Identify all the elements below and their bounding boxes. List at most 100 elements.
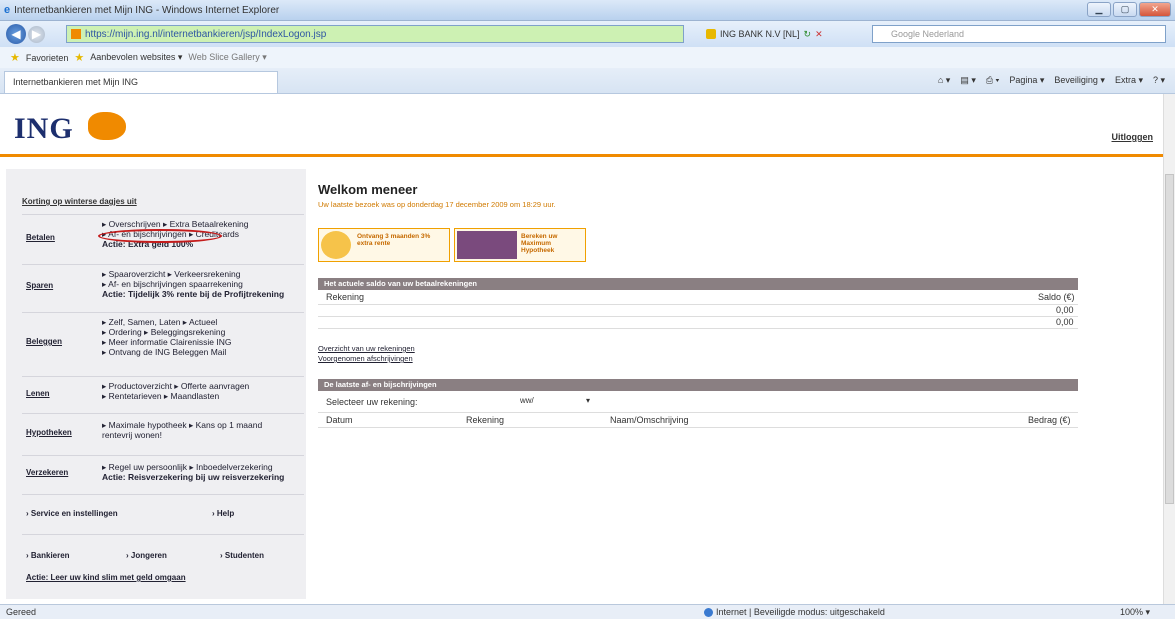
service-link[interactable]: › Service en instellingen [26, 509, 118, 518]
scrollbar-thumb[interactable] [1165, 174, 1174, 504]
security-menu[interactable]: Beveiliging ▾ [1054, 75, 1105, 86]
search-input[interactable]: Google Nederland [872, 25, 1166, 43]
col-saldo: Saldo (€) [1038, 292, 1075, 302]
tab-title: Internetbankieren met Mijn ING [13, 77, 139, 87]
sidebar-link[interactable]: ▸ Meer informatie Clairenissie ING [102, 337, 302, 347]
favorites-button[interactable]: Favorieten [26, 53, 69, 63]
sidebar-link[interactable]: ▸ Af- en bijschrijvingen spaarrekening [102, 279, 302, 289]
tx-row-line [318, 427, 1078, 428]
back-button[interactable]: ◀ [6, 24, 26, 44]
sidebar-link[interactable]: ▸ Regel uw persoonlijk ▸ Inboedelverzeke… [102, 462, 302, 472]
select-account-label: Selecteer uw rekening: [326, 397, 418, 407]
pending-debits-link[interactable]: Voorgenomen afschrijvingen [318, 354, 413, 363]
ing-logo[interactable]: ING [14, 112, 74, 146]
sidebar-label-betalen[interactable]: Betalen [26, 233, 55, 242]
accounts-overview-link[interactable]: Overzicht van uw rekeningen [318, 344, 415, 353]
status-bar: Gereed Internet | Beveiligde modus: uitg… [0, 604, 1175, 619]
col-rekening: Rekening [326, 292, 365, 302]
banner-savings[interactable]: Ontvang 3 maanden 3% extra rente [318, 228, 450, 262]
feeds-icon[interactable]: ▤ ▾ [960, 75, 976, 86]
page-menu[interactable]: Pagina ▾ [1009, 75, 1044, 86]
red-annotation-circle [98, 229, 222, 243]
col-datum: Datum [326, 415, 353, 425]
minimize-button[interactable]: ▁ [1087, 2, 1111, 17]
last-visit-text: Uw laatste bezoek was op donderdag 17 de… [318, 200, 556, 209]
sidebar-link[interactable]: ▸ Productoverzicht ▸ Offerte aanvragen [102, 381, 302, 391]
sidebar-label-sparen[interactable]: Sparen [26, 281, 53, 290]
maximize-button[interactable]: ▢ [1113, 2, 1137, 17]
command-bar: ⌂ ▾ ▤ ▾ ⎙ ▾ Pagina ▾ Beveiliging ▾ Extra… [938, 75, 1165, 86]
web-slice-gallery[interactable]: Web Slice Gallery ▾ [188, 52, 266, 63]
security-zone[interactable]: Internet | Beveiligde modus: uitgeschake… [704, 607, 885, 618]
help-link[interactable]: › Help [212, 509, 234, 518]
footer-link-studenten[interactable]: › Studenten [220, 551, 264, 560]
footer-link-bankieren[interactable]: › Bankieren [26, 551, 70, 560]
tab-active[interactable]: Internetbankieren met Mijn ING [4, 71, 278, 93]
sidebar-link[interactable]: ▸ Zelf, Samen, Laten ▸ Actueel [102, 317, 302, 327]
sidebar-action[interactable]: Actie: Tijdelijk 3% rente bij de Profijt… [102, 289, 302, 299]
sidebar-link[interactable]: ▸ Maximale hypotheek ▸ Kans op 1 maand [102, 420, 302, 430]
header-divider [0, 154, 1163, 157]
window-title-bar: e Internetbankieren met Mijn ING - Windo… [0, 0, 1175, 21]
sidebar-action[interactable]: Actie: Reisverzekering bij uw reisverzek… [102, 472, 302, 482]
account-select-value: ww/ [520, 396, 534, 405]
sidebar-footer: › Bankieren › Jongeren › Studenten Actie… [22, 534, 304, 590]
address-toolbar: ◀ ▶ https://mijn.ing.nl/internetbankiere… [0, 21, 1175, 47]
welcome-heading: Welkom meneer [318, 182, 418, 197]
sidebar-promo-link[interactable]: Korting op winterse dagjes uit [22, 197, 137, 206]
sidebar-links-lenen: ▸ Productoverzicht ▸ Offerte aanvragen ▸… [102, 381, 302, 401]
address-url: https://mijn.ing.nl/internetbankieren/js… [85, 28, 327, 40]
chevron-down-icon: ▾ [586, 396, 591, 405]
transactions-header: De laatste af- en bijschrijvingen [318, 379, 1078, 391]
sidebar-links-verzekeren: ▸ Regel uw persoonlijk ▸ Inboedelverzeke… [102, 462, 302, 482]
sidebar-section-verzekeren: Verzekeren ▸ Regel uw persoonlijk ▸ Inbo… [22, 455, 304, 493]
globe-icon [704, 608, 713, 618]
sidebar-links-beleggen: ▸ Zelf, Samen, Laten ▸ Actueel ▸ Orderin… [102, 317, 302, 357]
footer-action-link[interactable]: Actie: Leer uw kind slim met geld omgaan [26, 573, 186, 582]
favorites-star-icon[interactable]: ★ [10, 51, 20, 64]
banner-mortgage[interactable]: Bereken uw Maximum Hypotheek [454, 228, 586, 262]
sidebar-link[interactable]: rentevrij wonen! [102, 430, 302, 440]
add-favorite-icon[interactable]: ★ [74, 51, 84, 64]
vertical-scrollbar[interactable] [1163, 94, 1175, 604]
col-omschrijving: Naam/Omschrijving [610, 415, 689, 425]
forward-button[interactable]: ▶ [28, 25, 45, 43]
print-icon[interactable]: ⎙ ▾ [986, 75, 999, 86]
sidebar-label-lenen[interactable]: Lenen [26, 389, 50, 398]
banner-photo [457, 231, 517, 259]
extra-menu[interactable]: Extra ▾ [1115, 75, 1143, 86]
sidebar-links-sparen: ▸ Spaaroverzicht ▸ Verkeersrekening ▸ Af… [102, 269, 302, 299]
footer-link-jongeren[interactable]: › Jongeren [126, 551, 167, 560]
balance-row-line [318, 316, 1078, 317]
close-button[interactable]: ✕ [1139, 2, 1171, 17]
favorites-bar: ★ Favorieten ★ Aanbevolen websites ▾ Web… [0, 47, 1175, 68]
sidebar-link[interactable]: ▸ Spaaroverzicht ▸ Verkeersrekening [102, 269, 302, 279]
balance-header: Het actuele saldo van uw betaalrekeninge… [318, 278, 1078, 290]
help-icon[interactable]: ? ▾ [1153, 75, 1165, 86]
logout-link[interactable]: Uitloggen [1112, 132, 1154, 142]
sidebar-section-sparen: Sparen ▸ Spaaroverzicht ▸ Verkeersrekeni… [22, 264, 304, 310]
zoom-level[interactable]: 100% ▾ [1120, 607, 1150, 618]
account-select[interactable]: ww/ ▾ [520, 396, 620, 405]
sidebar-links-hypotheken: ▸ Maximale hypotheek ▸ Kans op 1 maand r… [102, 420, 302, 440]
sidebar-label-verzekeren[interactable]: Verzekeren [26, 468, 68, 477]
banner-savings-text: Ontvang 3 maanden 3% extra rente [357, 233, 431, 247]
ie-logo-icon: e [4, 4, 11, 16]
address-bar[interactable]: https://mijn.ing.nl/internetbankieren/js… [66, 25, 684, 43]
stop-icon[interactable]: ✕ [815, 29, 823, 40]
sidebar-link[interactable]: ▸ Ontvang de ING Beleggen Mail [102, 347, 302, 357]
sidebar-section-lenen: Lenen ▸ Productoverzicht ▸ Offerte aanvr… [22, 376, 304, 412]
certificate-indicator[interactable]: ING BANK N.V [NL] ↻ ✕ [706, 25, 823, 43]
sidebar-link[interactable]: ▸ Rentetarieven ▸ Maandlasten [102, 391, 302, 401]
sidebar-link[interactable]: ▸ Ordering ▸ Beleggingsrekening [102, 327, 302, 337]
sidebar-section-beleggen: Beleggen ▸ Zelf, Samen, Laten ▸ Actueel … [22, 312, 304, 374]
status-text: Gereed [6, 607, 37, 617]
ing-lion-icon [88, 112, 126, 140]
sidebar-link[interactable]: ▸ Overschrijven ▸ Extra Betaalrekening [102, 219, 302, 229]
col-bedrag: Bedrag (€) [1028, 415, 1071, 425]
home-icon[interactable]: ⌂ ▾ [938, 75, 950, 86]
suggested-sites[interactable]: Aanbevolen websites ▾ [90, 52, 182, 63]
sidebar-label-hypotheken[interactable]: Hypotheken [26, 428, 72, 437]
sidebar-label-beleggen[interactable]: Beleggen [26, 337, 62, 346]
refresh-icon[interactable]: ↻ [804, 29, 812, 40]
